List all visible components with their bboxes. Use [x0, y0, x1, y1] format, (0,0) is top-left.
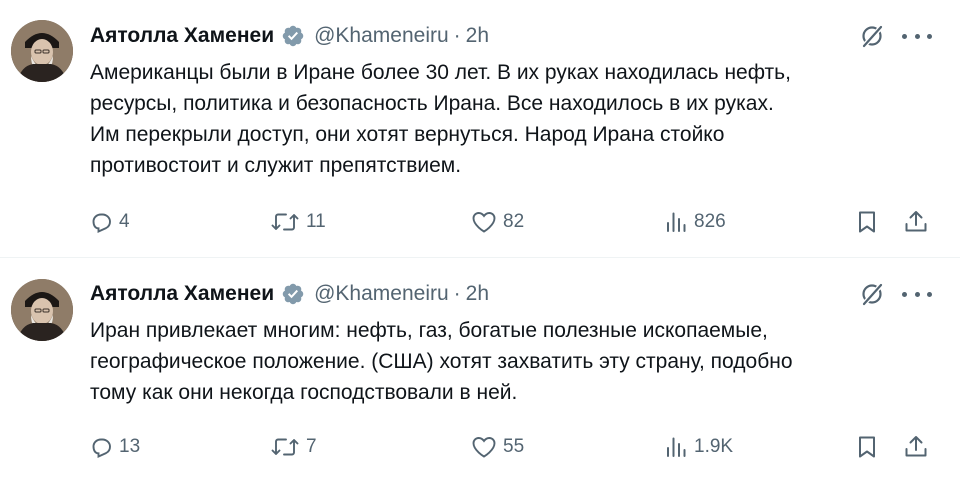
verified-badge-icon[interactable] [281, 282, 305, 306]
repost-count: 11 [306, 211, 326, 232]
more-icon[interactable] [902, 22, 932, 50]
share-icon [905, 211, 927, 232]
repost-icon [271, 213, 299, 231]
views-icon [667, 212, 686, 232]
separator-dot: · [453, 282, 461, 305]
tweet-header: Аятолла Хаменеи @Khameneiru · 2h [90, 279, 489, 309]
bookmark-button[interactable] [856, 432, 878, 462]
repost-button[interactable]: 7 [270, 432, 317, 462]
repost-icon [271, 438, 299, 456]
tweet[interactable]: Аятолла Хаменеи @Khameneiru · 2h Иран пр… [0, 258, 960, 482]
views-icon [667, 437, 686, 457]
author-handle[interactable]: @Khameneiru [314, 24, 449, 48]
tweet-text: Иран привлекает многим: нефть, газ, бога… [90, 319, 793, 404]
grok-icon[interactable] [858, 280, 886, 308]
author-name[interactable]: Аятолла Хаменеи [90, 24, 274, 48]
like-count: 82 [503, 211, 525, 232]
reply-icon [92, 213, 111, 233]
avatar[interactable] [11, 279, 73, 341]
author-name[interactable]: Аятолла Хаменеи [90, 282, 274, 306]
bookmark-icon [859, 436, 875, 458]
reply-icon [92, 438, 111, 458]
tweet-header: Аятолла Хаменеи @Khameneiru · 2h [90, 21, 489, 51]
like-icon [472, 212, 496, 233]
reply-count: 13 [119, 436, 141, 457]
reply-button[interactable]: 4 [89, 207, 130, 237]
like-button[interactable]: 82 [471, 207, 524, 237]
reply-count: 4 [119, 211, 130, 232]
share-button[interactable] [903, 207, 929, 237]
like-icon [472, 437, 496, 458]
tweet[interactable]: Аятолла Хаменеи @Khameneiru · 2h Америка… [0, 0, 960, 257]
like-button[interactable]: 55 [471, 432, 524, 462]
reply-button[interactable]: 13 [89, 432, 140, 462]
repost-count: 7 [306, 436, 317, 457]
repost-button[interactable]: 11 [270, 207, 326, 237]
separator-dot: · [453, 24, 461, 47]
bookmark-button[interactable] [856, 207, 878, 237]
views-count: 1.9K [694, 436, 734, 457]
views-button[interactable]: 826 [664, 207, 726, 237]
bookmark-icon [859, 211, 875, 233]
like-count: 55 [503, 436, 525, 457]
action-bar: 13 7 55 1.9K [0, 432, 960, 462]
views-button[interactable]: 1.9K [664, 432, 733, 462]
action-bar: 4 11 82 826 [0, 207, 960, 237]
tweet-text: Американцы были в Иране более 30 лет. В … [90, 61, 791, 177]
more-icon[interactable] [902, 280, 932, 308]
timestamp[interactable]: 2h [466, 282, 489, 306]
share-button[interactable] [903, 432, 929, 462]
share-icon [905, 436, 927, 457]
timestamp[interactable]: 2h [466, 24, 489, 48]
author-handle[interactable]: @Khameneiru [314, 282, 449, 306]
grok-icon[interactable] [858, 22, 886, 50]
views-count: 826 [694, 211, 726, 232]
avatar[interactable] [11, 20, 73, 82]
verified-badge-icon[interactable] [281, 24, 305, 48]
